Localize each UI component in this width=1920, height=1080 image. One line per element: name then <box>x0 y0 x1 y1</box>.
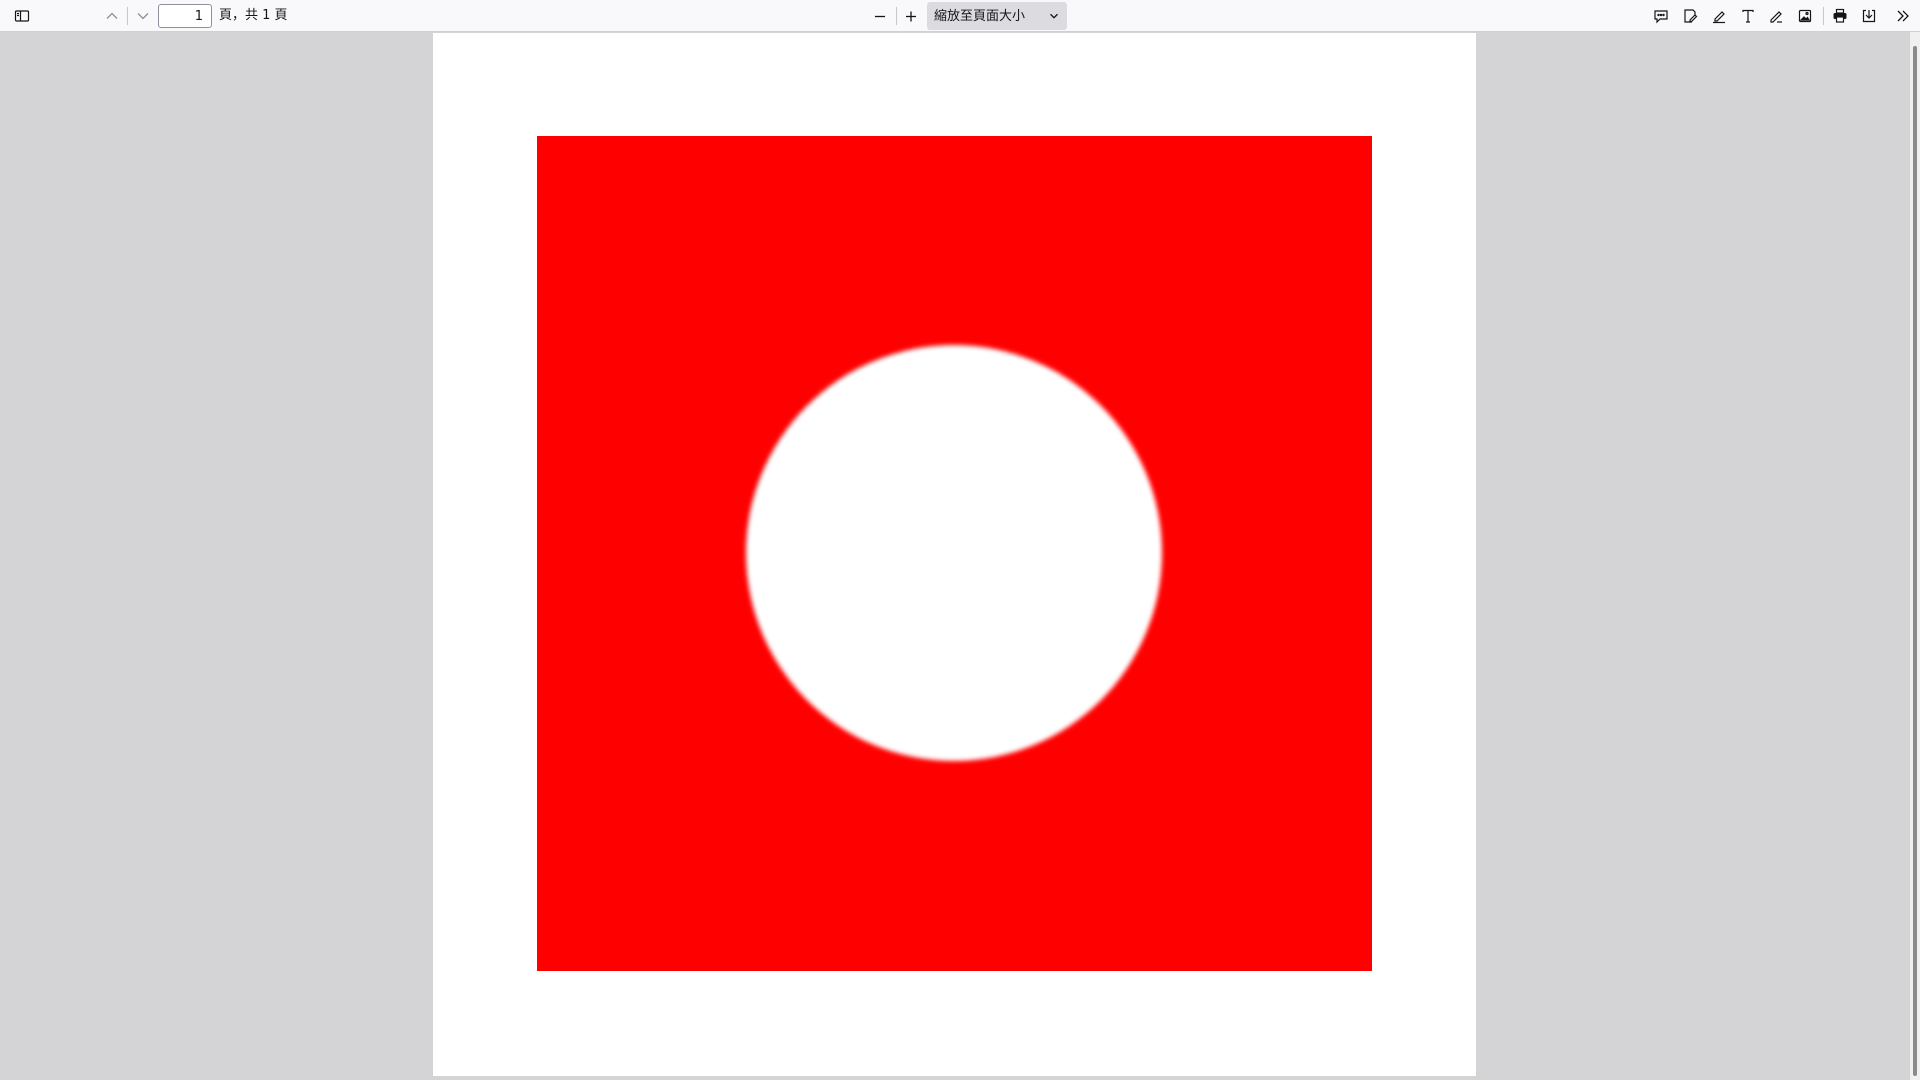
image-icon <box>1798 9 1812 23</box>
sidebar-toggle-icon <box>14 10 30 22</box>
chevron-down-icon <box>137 13 149 20</box>
zoom-in-button[interactable] <box>899 4 923 28</box>
toolbar-separator <box>127 7 128 25</box>
pdf-page <box>433 33 1476 1076</box>
comment-button[interactable] <box>1649 4 1673 28</box>
chevron-down-icon <box>1050 13 1058 19</box>
scrollbar-thumb[interactable] <box>1913 46 1917 1076</box>
plus-icon <box>906 11 916 22</box>
pen-icon <box>1770 11 1782 23</box>
page-count-label: 頁，共 1 頁 <box>219 8 288 23</box>
next-page-button[interactable] <box>131 4 155 28</box>
add-text-button[interactable] <box>1736 4 1760 28</box>
comment-icon <box>1654 10 1668 24</box>
save-button[interactable] <box>1857 4 1881 28</box>
white-circle <box>746 345 1162 761</box>
print-icon <box>1833 8 1847 23</box>
signature-icon <box>1684 9 1698 23</box>
more-tools-button[interactable] <box>1891 4 1915 28</box>
previous-page-button[interactable] <box>100 4 124 28</box>
chevron-up-icon <box>106 12 118 19</box>
document-viewer[interactable] <box>0 32 1910 1080</box>
page-image <box>537 136 1372 971</box>
toolbar-separator <box>896 7 897 25</box>
save-icon <box>1862 9 1876 23</box>
highlight-button[interactable] <box>1707 4 1731 28</box>
zoom-out-button[interactable] <box>868 4 892 28</box>
sidebar-toggle-button[interactable] <box>10 4 34 28</box>
signature-button[interactable] <box>1678 4 1702 28</box>
page-number-input[interactable] <box>158 4 212 28</box>
draw-button[interactable] <box>1764 4 1788 28</box>
highlighter-icon <box>1713 11 1725 24</box>
zoom-select[interactable]: 縮放至頁面大小 <box>927 2 1067 30</box>
pdf-toolbar: 頁，共 1 頁 縮放至頁面大小 <box>0 0 1920 32</box>
vertical-scrollbar[interactable] <box>1910 32 1920 1080</box>
add-image-button[interactable] <box>1793 4 1817 28</box>
text-icon <box>1742 9 1754 23</box>
zoom-select-value: 縮放至頁面大小 <box>934 9 1026 24</box>
minus-icon <box>875 15 885 18</box>
more-tools-icon <box>1897 10 1909 22</box>
toolbar-separator <box>1823 7 1824 25</box>
print-button[interactable] <box>1828 4 1852 28</box>
